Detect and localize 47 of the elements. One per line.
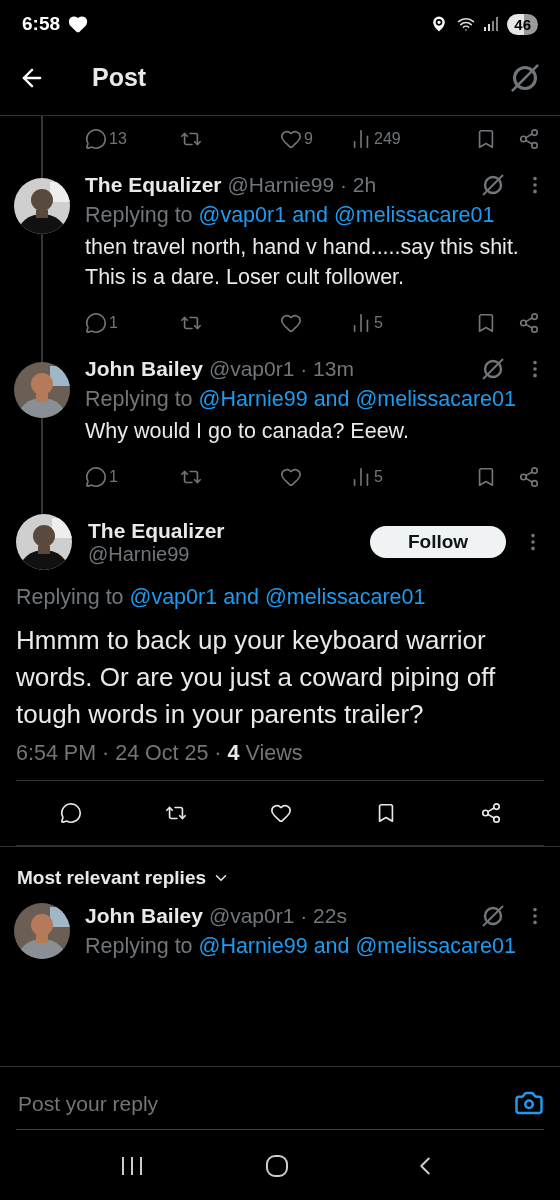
battery-level: 46 bbox=[507, 13, 538, 35]
replying-to-text: Replying to @Harnie99 and @melissacare01 bbox=[85, 933, 517, 960]
author-name[interactable]: The Equalizer bbox=[88, 518, 354, 543]
recent-apps-icon[interactable] bbox=[120, 1156, 145, 1176]
replying-to-text: Replying to @vap0r1 and @melissacare01 bbox=[85, 202, 496, 229]
handle-and-time: @vap0r1 · 13m bbox=[208, 357, 354, 381]
replying-to-text: Replying to @vap0r1 and @melissacare01 bbox=[16, 584, 427, 611]
slashed-circle-icon[interactable] bbox=[480, 356, 506, 382]
share-icon[interactable] bbox=[480, 802, 502, 824]
wifi-icon bbox=[457, 15, 476, 33]
action-count: 1 bbox=[109, 314, 118, 332]
post-text: Hmmm to back up your keyboard warrior words. Or are you just a coward piping off tough words in your parents trailer? bbox=[16, 624, 497, 731]
handle-and-time: @Harnie99 · 2h bbox=[227, 173, 377, 197]
reply-text: then travel north, hand v hand.....say this shit. This is a dare. Loser cult follower. bbox=[85, 234, 520, 291]
mention-link[interactable]: @Harnie99 bbox=[198, 934, 308, 958]
post-timestamp: 6:54 PM · 24 Oct 25 · 4 Views bbox=[16, 741, 304, 766]
author-name[interactable]: The Equalizer bbox=[85, 173, 222, 197]
action-count: 5 bbox=[374, 468, 383, 486]
reply-text: Why would I go to canada? Eeew. bbox=[85, 418, 410, 445]
mention-link[interactable]: @vap0r1 bbox=[129, 585, 218, 609]
action-count: 9 bbox=[304, 130, 313, 148]
heart-icon bbox=[68, 14, 89, 34]
action-count: 1 bbox=[109, 468, 118, 486]
slashed-circle-icon[interactable] bbox=[480, 172, 506, 198]
author-name[interactable]: John Bailey bbox=[85, 357, 203, 381]
mention-link[interactable]: @Harnie99 bbox=[198, 387, 308, 411]
author-name[interactable]: John Bailey bbox=[85, 904, 203, 928]
action-count: 5 bbox=[374, 314, 383, 332]
mention-link[interactable]: @vap0r1 bbox=[198, 203, 287, 227]
mention-link[interactable]: @melissacare01 bbox=[355, 934, 516, 958]
author-handle: @Harnie99 bbox=[88, 542, 191, 566]
like-icon[interactable] bbox=[270, 802, 292, 824]
mention-link[interactable]: @melissacare01 bbox=[355, 387, 516, 411]
page-title: Post bbox=[92, 63, 147, 92]
mention-link[interactable]: @melissacare01 bbox=[334, 203, 495, 227]
slashed-circle-icon[interactable] bbox=[480, 903, 506, 929]
signal-icon bbox=[483, 16, 500, 32]
sort-replies-button[interactable]: Most relevant replies bbox=[17, 867, 231, 889]
action-count: 249 bbox=[374, 130, 401, 148]
action-count: 13 bbox=[109, 130, 127, 148]
home-icon[interactable] bbox=[265, 1154, 289, 1178]
mention-link[interactable]: @melissacare01 bbox=[265, 585, 426, 609]
reply-field[interactable]: Post your reply bbox=[16, 1069, 514, 1130]
follow-button[interactable]: Follow bbox=[370, 526, 506, 558]
handle-and-time: @vap0r1 · 22s bbox=[208, 904, 347, 928]
replying-to-text: Replying to @Harnie99 and @melissacare01 bbox=[85, 386, 517, 413]
status-time: 6:58 bbox=[22, 13, 61, 35]
